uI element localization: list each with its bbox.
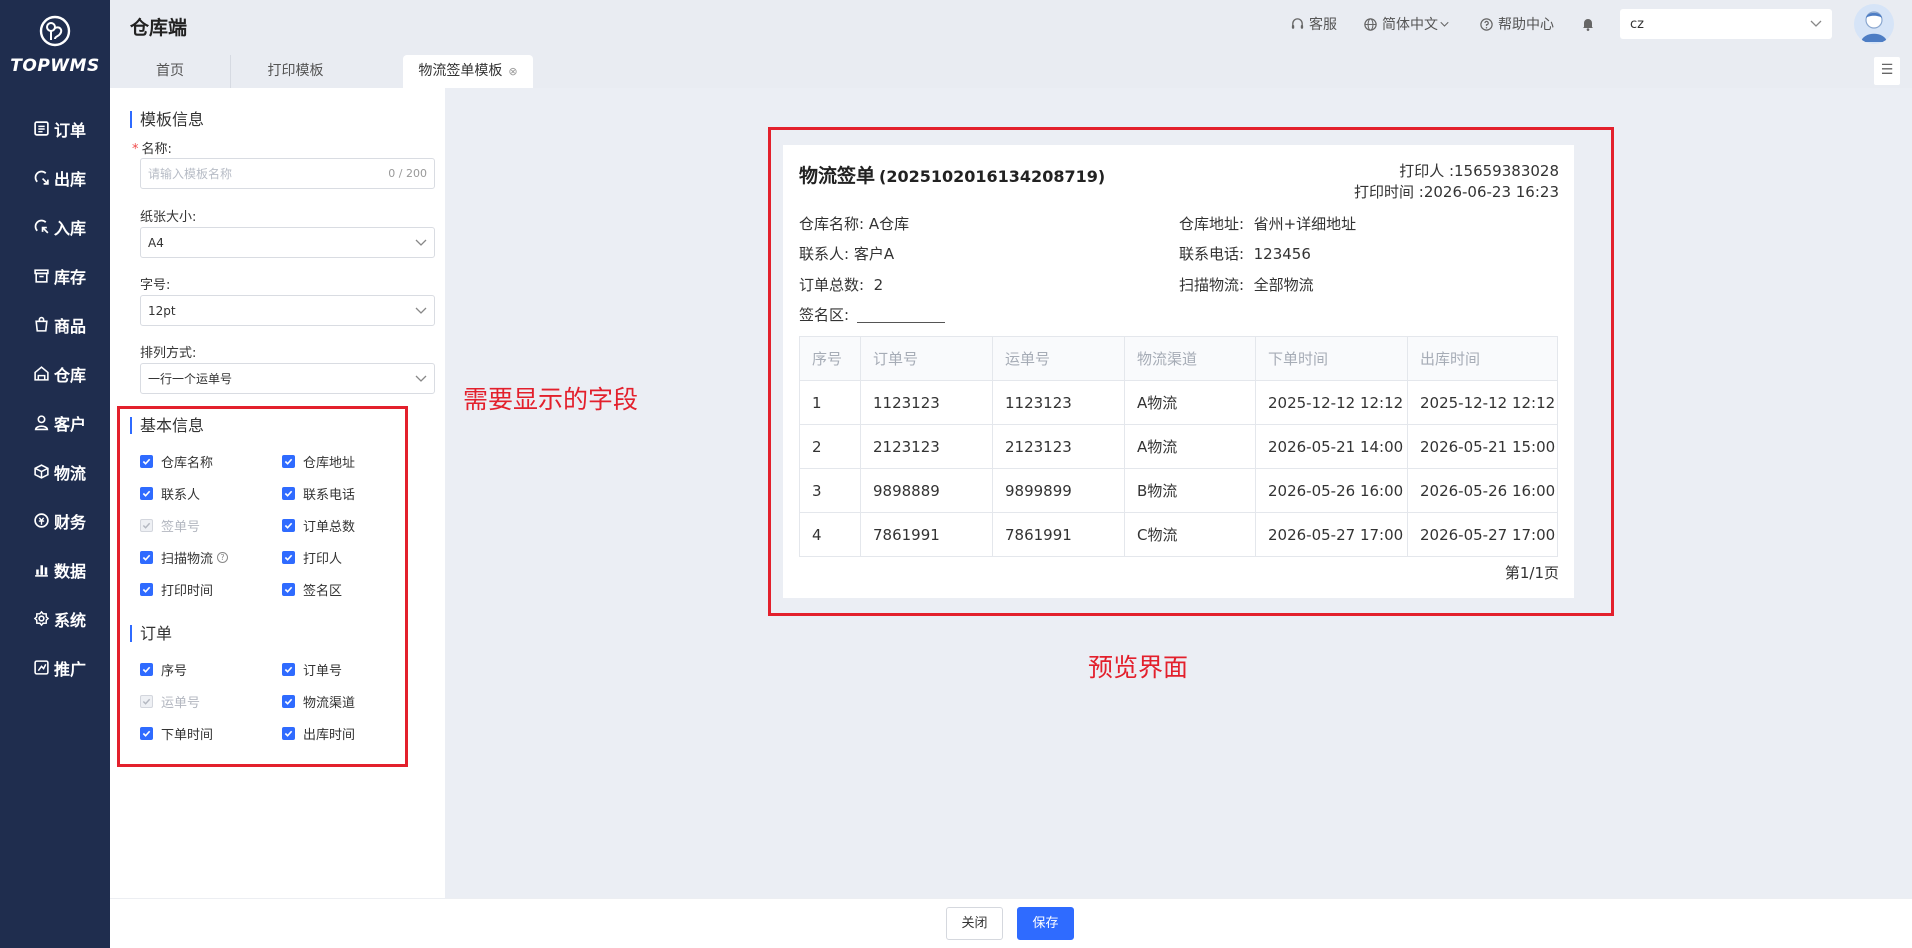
header: 仓库端 客服 简体中文 帮助中心 cz [110, 0, 1912, 48]
required-mark: * [132, 142, 139, 157]
chevron-down-icon [415, 307, 427, 314]
sidebar-item-label: 财务 [54, 512, 87, 532]
avatar[interactable] [1854, 4, 1894, 44]
sidebar-item-label: 数据 [54, 561, 87, 581]
finance-icon [34, 513, 49, 528]
sidebar-item-product[interactable]: 商品 [0, 300, 110, 349]
chevron-down-icon [415, 239, 427, 246]
tab-home[interactable]: 首页 [110, 55, 230, 88]
headset-icon [1291, 17, 1304, 29]
data-icon [35, 565, 48, 577]
fields-annotation: 需要显示的字段 [463, 385, 639, 414]
name-label: * 名称: [132, 142, 172, 157]
warehouse-select[interactable]: cz [1620, 9, 1832, 39]
logistics-icon [34, 464, 49, 479]
sidebar-item-label: 入库 [54, 218, 87, 238]
sidebar: TOPWMS 订单 出库 入库 库存 商品 仓库 客户 物流 财务 数据 系统 … [0, 0, 110, 948]
language-label: 简体中文 [1382, 17, 1438, 33]
name-placeholder: 请输入模板名称 [148, 167, 233, 181]
logo-icon [39, 15, 71, 47]
sidebar-item-label: 商品 [54, 316, 87, 336]
sidebar-nav: 订单 出库 入库 库存 商品 仓库 客户 物流 财务 数据 系统 推广 [0, 104, 110, 692]
user-avatar-icon [1854, 4, 1894, 44]
service-label: 客服 [1309, 17, 1337, 33]
arrange-label: 排列方式: [140, 346, 197, 361]
logo[interactable]: TOPWMS [0, 14, 110, 76]
sidebar-item-outbound[interactable]: 出库 [0, 153, 110, 202]
tab-menu-button[interactable]: ☰ [1874, 57, 1900, 85]
language-select[interactable]: 简体中文 [1363, 14, 1453, 34]
chevron-down-icon [1440, 21, 1449, 27]
sidebar-item-label: 订单 [54, 120, 87, 140]
help-label: 帮助中心 [1498, 17, 1554, 33]
template-info-title: 模板信息 [130, 111, 204, 128]
preview-highlight-box [768, 127, 1614, 616]
sidebar-item-inbound[interactable]: 入库 [0, 202, 110, 251]
promotion-icon [34, 660, 49, 675]
paper-size-select[interactable]: A4 [140, 227, 435, 258]
tab-logistics-sign-template[interactable]: 物流签单模板 ⊗ [403, 55, 533, 88]
sidebar-item-label: 出库 [54, 169, 87, 189]
paper-size-label: 纸张大小: [140, 210, 197, 225]
customer-icon [34, 415, 49, 431]
sidebar-item-customer[interactable]: 客户 [0, 398, 110, 447]
header-actions: 客服 简体中文 帮助中心 cz [1290, 0, 1912, 48]
warehouse-icon [34, 366, 49, 381]
sidebar-item-label: 物流 [54, 463, 87, 483]
close-button[interactable]: 关闭 [946, 907, 1003, 940]
arrange-select[interactable]: 一行一个运单号 [140, 363, 435, 394]
preview-annotation: 预览界面 [1088, 653, 1189, 682]
logo-text: TOPWMS [10, 56, 100, 76]
fields-highlight-box [117, 406, 408, 767]
sidebar-item-order[interactable]: 订单 [0, 104, 110, 153]
tab-print-template[interactable]: 打印模板 [230, 55, 360, 88]
chevron-down-icon [415, 375, 427, 382]
globe-icon [1364, 17, 1377, 31]
inventory-icon [34, 269, 49, 283]
chevron-down-icon [1810, 20, 1822, 27]
close-icon[interactable]: ⊗ [508, 55, 517, 88]
product-icon [35, 316, 48, 332]
arrange-value: 一行一个运单号 [148, 372, 233, 386]
footer-actions: 关闭 保存 [110, 898, 1912, 948]
save-button[interactable]: 保存 [1017, 907, 1074, 940]
help-link[interactable]: 帮助中心 [1479, 14, 1554, 34]
template-name-input[interactable]: 请输入模板名称 0 / 200 [140, 158, 435, 189]
service-link[interactable]: 客服 [1290, 14, 1337, 34]
tab-bar: 首页 打印模板 物流签单模板 ⊗ ☰ [110, 48, 1912, 88]
system-icon [33, 610, 50, 627]
outbound-icon [34, 170, 49, 185]
sidebar-item-label: 库存 [54, 267, 87, 287]
tab-label: 物流签单模板 [418, 63, 503, 79]
sidebar-item-system[interactable]: 系统 [0, 594, 110, 643]
sidebar-item-warehouse[interactable]: 仓库 [0, 349, 110, 398]
bell-icon[interactable] [1580, 16, 1596, 32]
sidebar-item-label: 系统 [54, 610, 87, 630]
sidebar-item-label: 推广 [54, 659, 87, 679]
help-icon [1480, 17, 1493, 31]
paper-size-value: A4 [148, 235, 164, 250]
inbound-icon [34, 219, 49, 234]
font-size-value: 12pt [148, 303, 176, 318]
sidebar-item-label: 客户 [54, 414, 87, 434]
sidebar-item-finance[interactable]: 财务 [0, 496, 110, 545]
sidebar-item-label: 仓库 [54, 365, 87, 385]
sidebar-item-inventory[interactable]: 库存 [0, 251, 110, 300]
name-counter: 0 / 200 [388, 167, 427, 180]
sidebar-item-promotion[interactable]: 推广 [0, 643, 110, 692]
warehouse-select-value: cz [1630, 16, 1644, 32]
order-icon [34, 121, 49, 136]
font-size-select[interactable]: 12pt [140, 295, 435, 326]
sidebar-item-logistics[interactable]: 物流 [0, 447, 110, 496]
font-size-label: 字号: [140, 278, 171, 293]
sidebar-item-data[interactable]: 数据 [0, 545, 110, 594]
page-title: 仓库端 [130, 17, 188, 39]
